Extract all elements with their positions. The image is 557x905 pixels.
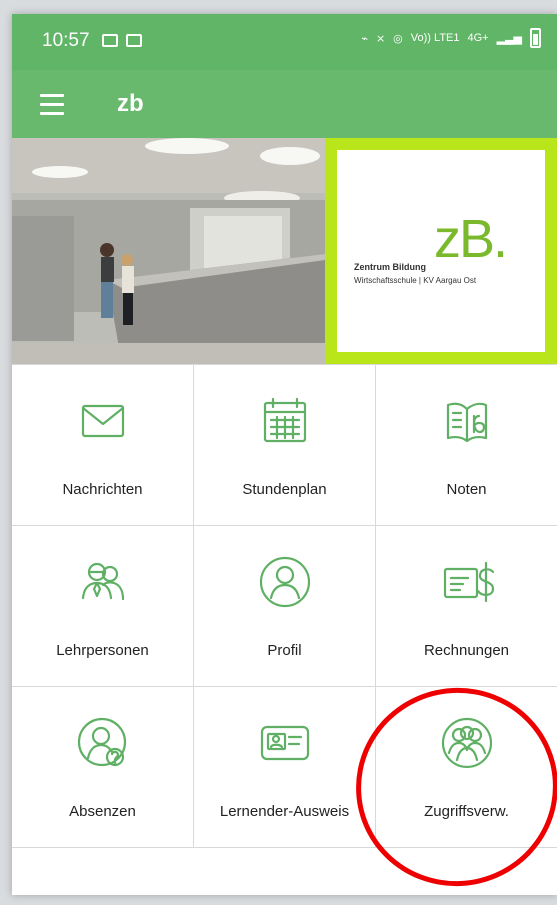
lte-label: Vo)) LTE1 (410, 32, 460, 44)
school-logo: zB. Zentrum Bildung Wirtschaftsschule | … (337, 150, 545, 352)
tile-lernender-ausweis[interactable]: Lernender-Ausweis (194, 687, 376, 848)
logo-name: Zentrum Bildung (354, 262, 426, 272)
chat-icon (102, 34, 118, 47)
logo-subtitle: Wirtschaftsschule | KV Aargau Ost (354, 276, 477, 285)
app-title: zb (117, 90, 144, 117)
invoice-icon (443, 561, 495, 603)
tile-label: Lernender-Ausweis (219, 803, 350, 820)
key-icon: ⌁ (361, 32, 368, 45)
school-logo-frame: zB. Zentrum Bildung Wirtschaftsschule | … (325, 138, 557, 364)
logo-mark: zB. (434, 209, 508, 269)
tile-label: Absenzen (69, 803, 136, 820)
book-icon (446, 402, 488, 443)
status-bar: 10:57 ⌁ ⨯ ◎ Vo)) LTE1 4G+ ▂▃▅ (12, 14, 557, 70)
tile-absenzen[interactable]: Absenzen (12, 687, 194, 848)
hero-banner: zB. Zentrum Bildung Wirtschaftsschule | … (12, 138, 557, 364)
person-question-icon (77, 717, 127, 767)
tile-stundenplan[interactable]: Stundenplan (194, 365, 376, 526)
tile-profil[interactable]: Profil (194, 526, 376, 687)
signal-icon: ▂▃▅ (496, 32, 522, 45)
id-card-icon (260, 725, 310, 761)
tile-noten[interactable]: Noten (376, 365, 557, 526)
tile-lehrpersonen[interactable]: Lehrpersonen (12, 526, 194, 687)
tile-label: Lehrpersonen (56, 642, 149, 659)
status-icons: ⌁ ⨯ ◎ Vo)) LTE1 4G+ ▂▃▅ (361, 28, 541, 48)
tile-label: Noten (446, 481, 487, 498)
tile-nachrichten[interactable]: Nachrichten (12, 365, 194, 526)
tile-label: Rechnungen (423, 642, 510, 659)
hotspot-icon: ◎ (393, 32, 403, 45)
tile-label: Nachrichten (62, 481, 143, 498)
battery-icon (530, 28, 541, 48)
person-icon (259, 556, 311, 608)
calendar-icon (263, 397, 307, 443)
hamburger-menu-icon[interactable] (40, 94, 64, 115)
tile-label: Stundenplan (242, 481, 327, 498)
status-time: 10:57 (42, 30, 90, 51)
tile-rechnungen[interactable]: Rechnungen (376, 526, 557, 687)
app-bar: zb (12, 70, 557, 138)
network-label: 4G+ (467, 32, 489, 44)
mute-icon: ⨯ (375, 32, 386, 45)
building-photo (12, 138, 325, 364)
teacher-icon (81, 562, 125, 601)
envelope-icon (81, 404, 125, 438)
image-icon (126, 34, 142, 47)
tile-label: Profil (267, 642, 302, 659)
